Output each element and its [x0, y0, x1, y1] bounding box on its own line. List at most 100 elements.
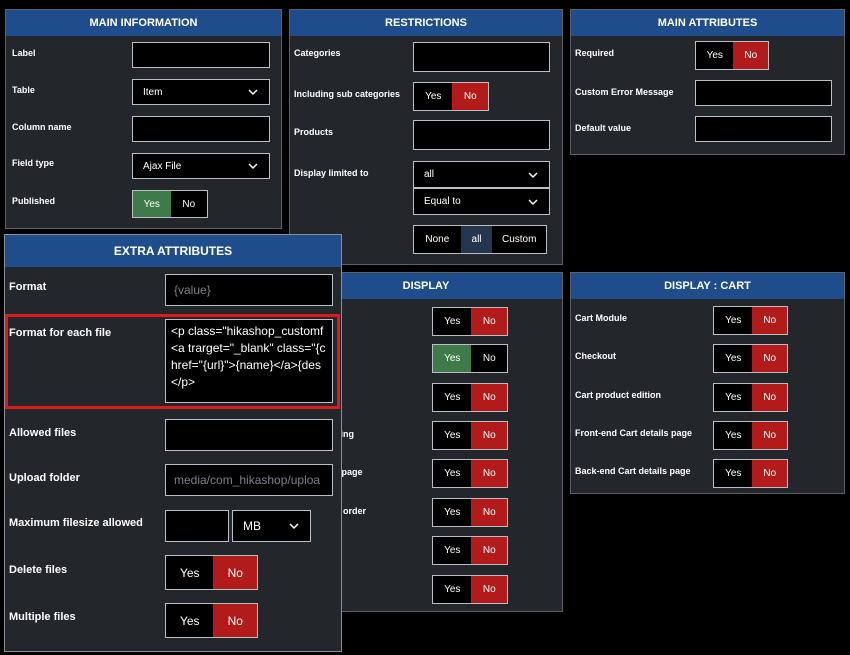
toggle-no[interactable]: No: [471, 308, 507, 335]
toggle-yes[interactable]: Yes: [433, 537, 471, 564]
toggle-yes[interactable]: Yes: [714, 384, 752, 411]
display-cart-panel: DISPLAY : CART Cart Module Yes No Checkout Y…: [570, 272, 845, 494]
delete-files-label: Delete files: [9, 564, 68, 576]
display-cart-title: DISPLAY : CART: [571, 273, 844, 299]
filesize-unit-select[interactable]: MB: [232, 510, 311, 542]
required-toggle[interactable]: Yes No: [695, 41, 769, 70]
delete-files-toggle[interactable]: Yes No: [165, 555, 258, 590]
display-row-toggle[interactable]: Yes No: [432, 498, 508, 527]
toggle-yes[interactable]: Yes: [714, 307, 752, 334]
display-limited-label: Display limited to: [294, 168, 369, 178]
cart-row-label: Checkout: [575, 351, 617, 361]
max-filesize-label: Maximum filesize allowed: [9, 517, 143, 529]
sub-categories-toggle[interactable]: Yes No: [413, 82, 489, 111]
cart-row-toggle[interactable]: Yes No: [713, 306, 788, 335]
option-none[interactable]: None: [414, 226, 461, 253]
limit-mode: Equal to: [424, 196, 461, 207]
toggle-no[interactable]: No: [471, 537, 507, 564]
toggle-yes[interactable]: Yes: [433, 384, 471, 411]
default-value-input[interactable]: [695, 116, 832, 142]
categories-input[interactable]: [413, 42, 550, 72]
toggle-no[interactable]: No: [471, 460, 507, 487]
field-type-select[interactable]: Ajax File: [132, 153, 270, 179]
toggle-no[interactable]: No: [471, 345, 507, 372]
sub-categories-label: Including sub categories: [294, 89, 401, 99]
toggle-no[interactable]: No: [471, 384, 507, 411]
toggle-no[interactable]: No: [752, 460, 787, 487]
chevron-down-icon: [528, 198, 538, 205]
extra-attributes-title: EXTRA ATTRIBUTES: [5, 235, 341, 267]
display-row-toggle[interactable]: Yes No: [432, 575, 508, 604]
format-label: Format: [9, 281, 47, 293]
main-attributes-title: MAIN ATTRIBUTES: [571, 10, 844, 36]
option-all[interactable]: all: [460, 226, 493, 253]
published-toggle[interactable]: Yes No: [132, 190, 208, 218]
main-information-panel: MAIN INFORMATION Label Table Item Column…: [5, 9, 282, 229]
display-row-toggle[interactable]: Yes No: [432, 307, 508, 336]
field-type-label: Field type: [12, 158, 55, 168]
custom-error-input[interactable]: [695, 80, 832, 106]
toggle-no[interactable]: No: [752, 422, 787, 449]
cart-row-label: Front-end Cart details page: [575, 428, 693, 438]
multiple-files-yes[interactable]: Yes: [166, 604, 213, 637]
products-input[interactable]: [413, 120, 550, 150]
toggle-no[interactable]: No: [752, 384, 787, 411]
limit-mode-select[interactable]: Equal to: [413, 188, 550, 215]
table-select-value: Item: [143, 86, 163, 98]
multiple-files-no[interactable]: No: [213, 604, 257, 637]
toggle-no[interactable]: No: [752, 345, 787, 372]
cart-row-toggle[interactable]: Yes No: [713, 421, 788, 450]
toggle-yes[interactable]: Yes: [714, 460, 752, 487]
cart-row-toggle[interactable]: Yes No: [713, 344, 788, 373]
option-custom[interactable]: Custom: [492, 226, 546, 253]
display-row-toggle[interactable]: Yes No: [432, 421, 508, 450]
toggle-yes[interactable]: Yes: [714, 345, 752, 372]
format-input[interactable]: {value}: [165, 274, 333, 306]
toggle-no[interactable]: No: [752, 307, 787, 334]
display-row-toggle[interactable]: Yes No: [432, 344, 508, 373]
max-filesize-input[interactable]: [165, 510, 229, 542]
toggle-yes[interactable]: Yes: [433, 499, 471, 526]
delete-files-no[interactable]: No: [213, 556, 257, 589]
restrictions-title: RESTRICTIONS: [290, 10, 562, 36]
toggle-yes[interactable]: Yes: [433, 345, 472, 372]
toggle-no[interactable]: No: [471, 422, 507, 449]
delete-files-yes[interactable]: Yes: [166, 556, 213, 589]
upload-folder-input[interactable]: media/com_hikashop/uploa: [165, 464, 333, 496]
display-row-toggle[interactable]: Yes No: [432, 536, 508, 565]
format-each-file-highlight: [5, 314, 340, 409]
allowed-files-input[interactable]: [165, 419, 333, 451]
published-label: Published: [12, 196, 56, 206]
published-yes[interactable]: Yes: [133, 191, 171, 217]
custom-error-label: Custom Error Message: [575, 87, 674, 97]
required-no[interactable]: No: [733, 42, 768, 69]
chevron-down-icon: [248, 163, 258, 170]
display-row-toggle[interactable]: Yes No: [432, 459, 508, 488]
default-value-label: Default value: [575, 123, 632, 133]
column-name-label: Column name: [12, 122, 72, 132]
table-select[interactable]: Item: [132, 79, 270, 105]
limit-options-toggle[interactable]: None all Custom: [413, 225, 547, 254]
label-input[interactable]: [132, 42, 270, 68]
toggle-yes[interactable]: Yes: [433, 422, 471, 449]
limit-value-select[interactable]: all: [413, 161, 550, 188]
cart-row-toggle[interactable]: Yes No: [713, 459, 788, 488]
toggle-no[interactable]: No: [471, 499, 507, 526]
toggle-no[interactable]: No: [471, 576, 507, 603]
table-label: Table: [12, 85, 35, 95]
published-no[interactable]: No: [171, 191, 208, 217]
toggle-yes[interactable]: Yes: [433, 308, 471, 335]
toggle-yes[interactable]: Yes: [714, 422, 752, 449]
restrictions-panel: RESTRICTIONS Categories Including sub ca…: [289, 9, 563, 265]
required-yes[interactable]: Yes: [696, 42, 733, 69]
main-information-title: MAIN INFORMATION: [6, 10, 281, 36]
multiple-files-toggle[interactable]: Yes No: [165, 603, 258, 638]
main-attributes-panel: MAIN ATTRIBUTES Required Yes No Custom E…: [570, 9, 845, 155]
cart-row-toggle[interactable]: Yes No: [713, 383, 788, 412]
column-name-input[interactable]: [132, 116, 270, 142]
sub-categories-no[interactable]: No: [452, 83, 488, 110]
toggle-yes[interactable]: Yes: [433, 576, 471, 603]
display-row-toggle[interactable]: Yes No: [432, 383, 508, 412]
sub-categories-yes[interactable]: Yes: [414, 83, 452, 110]
toggle-yes[interactable]: Yes: [433, 460, 471, 487]
